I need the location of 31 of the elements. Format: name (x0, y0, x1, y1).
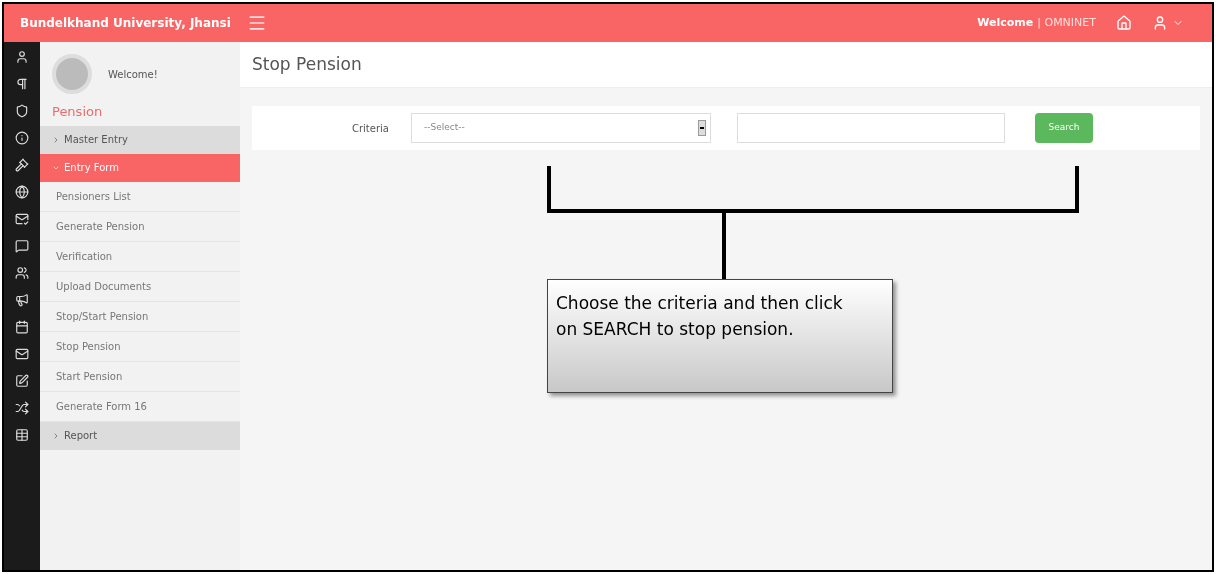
megaphone-icon[interactable] (15, 293, 29, 307)
paragraph-icon[interactable] (15, 77, 29, 91)
group-icon[interactable] (15, 266, 29, 280)
avatar (52, 54, 92, 94)
menu-item[interactable]: Master Entry (40, 125, 240, 154)
table-icon[interactable] (15, 428, 29, 442)
shuffle-icon[interactable] (15, 401, 29, 415)
shield-icon[interactable] (15, 104, 29, 118)
search-button[interactable]: Search (1034, 113, 1093, 143)
menu-item[interactable]: Report (40, 421, 240, 450)
user-name: | OMNINET (1037, 14, 1096, 31)
criteria-label: Criteria (352, 121, 389, 136)
welcome-text: Welcome! (108, 67, 158, 82)
search-field[interactable] (736, 113, 1005, 143)
edit-icon[interactable] (15, 374, 29, 388)
calendar-icon[interactable] (15, 320, 29, 334)
mail-icon[interactable] (15, 347, 29, 361)
page-title: Stop Pension (252, 52, 362, 76)
chat-icon[interactable] (15, 239, 29, 253)
gavel-icon[interactable] (15, 158, 29, 172)
criteria-select[interactable]: --Select-- (410, 113, 711, 143)
section-title: Pension (51, 103, 104, 121)
home-icon[interactable] (1116, 15, 1132, 31)
welcome-label: Welcome (977, 14, 1034, 31)
menu-item[interactable]: Entry Form (40, 153, 240, 182)
envelope-check-icon[interactable] (15, 212, 29, 226)
user-icon[interactable] (15, 50, 29, 64)
callout-text: Choose the criteria and then click on SEARCH to stop pension. (556, 292, 844, 341)
app-title: Bundelkhand University, Jhansi (20, 15, 231, 32)
globe-icon[interactable] (15, 185, 29, 199)
info-icon[interactable] (15, 131, 29, 145)
